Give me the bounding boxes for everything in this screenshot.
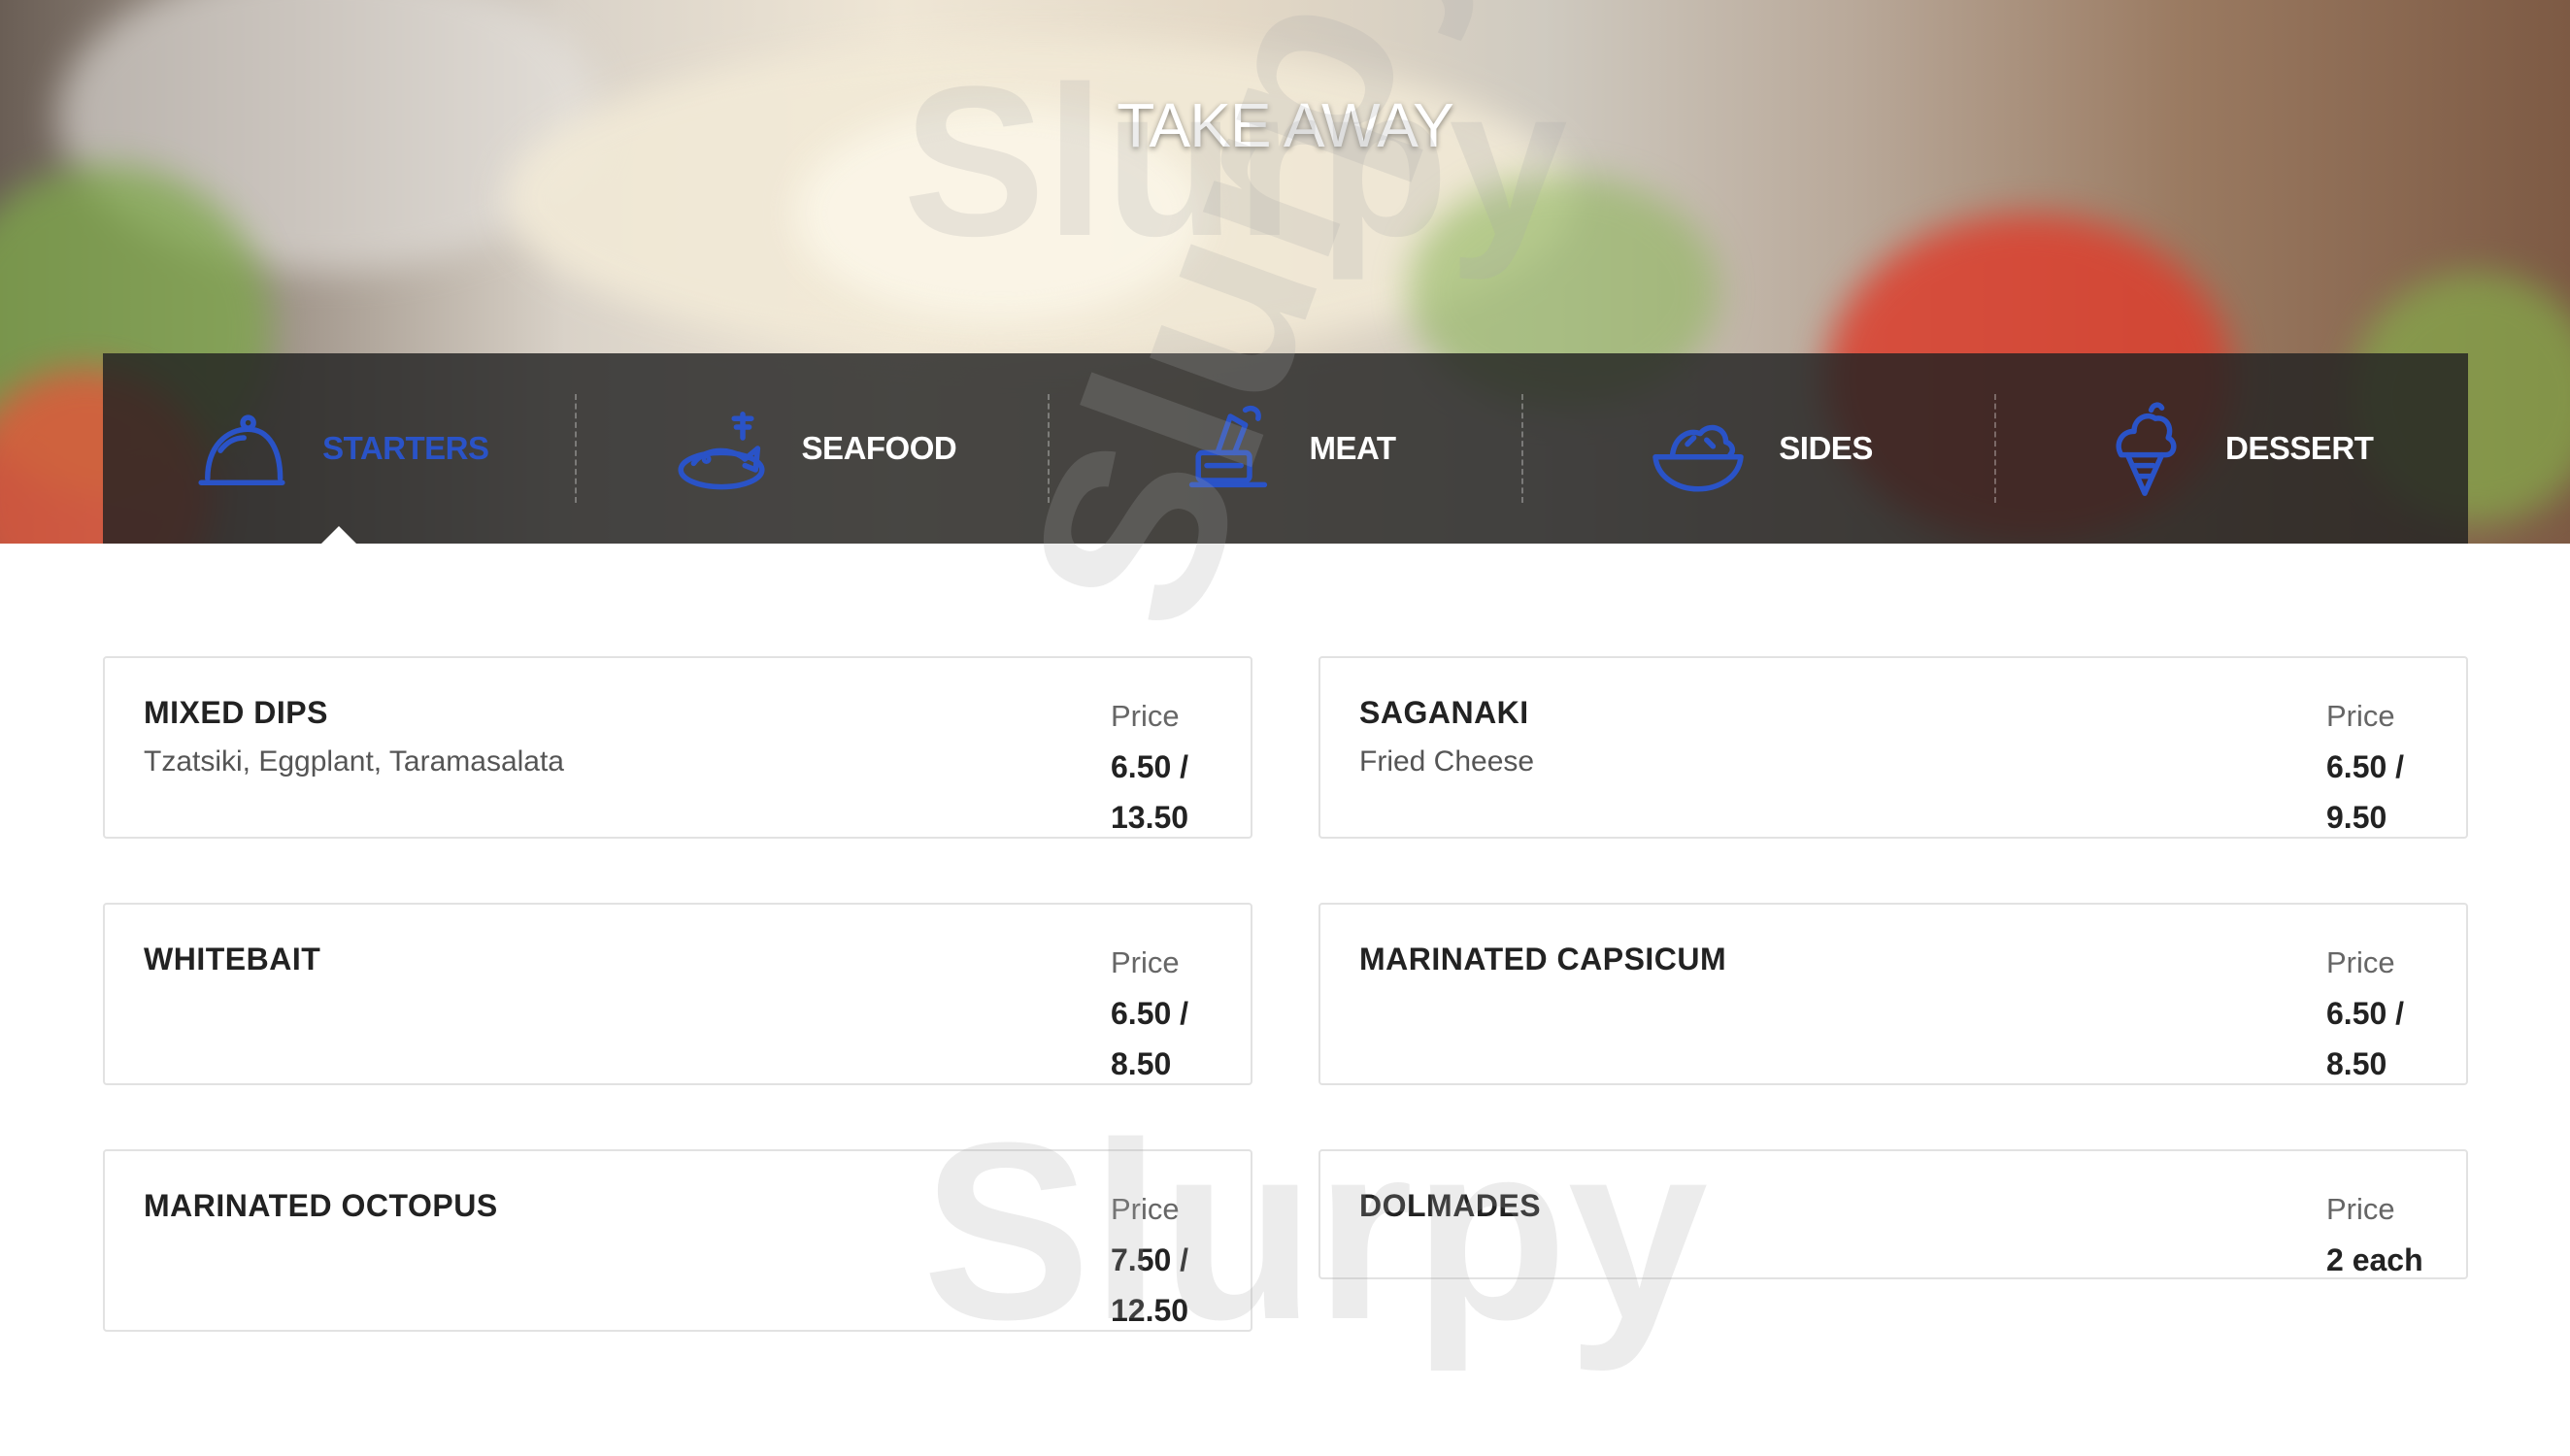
tab-label-dessert: DESSERT	[2224, 430, 2374, 466]
tab-dessert[interactable]: DESSERT	[1996, 353, 2468, 544]
price-label: Price	[1111, 945, 1180, 979]
price-value: 8.50	[2326, 1046, 2387, 1081]
menu-item-card: WHITEBAIT Price 6.50 / 8.50	[103, 903, 1252, 1085]
tab-starters[interactable]: STARTERS	[103, 353, 575, 544]
menu-item-card: DOLMADES Price 2 each	[1318, 1149, 2468, 1279]
page-title: TAKE AWAY	[1117, 90, 1454, 160]
price-block: Price 6.50 / 8.50	[1111, 938, 1247, 1089]
tab-label-meat: MEAT	[1309, 430, 1396, 466]
price-value: 9.50	[2326, 800, 2387, 835]
item-name: MARINATED OCTOPUS	[144, 1188, 498, 1223]
price-block: Price 6.50 / 8.50	[2326, 938, 2462, 1089]
item-name: WHITEBAIT	[144, 942, 321, 976]
price-value: 7.50 /	[1111, 1242, 1189, 1277]
item-name: SAGANAKI	[1359, 695, 1529, 730]
hero-banner: TAKE AWAY STARTERS SEAFOOD MEAT SIDES DE…	[0, 0, 2570, 544]
menu-item-card: MARINATED CAPSICUM Price 6.50 / 8.50	[1318, 903, 2468, 1085]
item-name: MIXED DIPS	[144, 695, 328, 730]
fish-plate-icon	[677, 412, 765, 490]
price-value: 13.50	[1111, 800, 1189, 835]
tab-label-sides: SIDES	[1779, 430, 1873, 466]
price-block: Price 7.50 / 12.50	[1111, 1184, 1247, 1336]
item-description: Tzatsiki, Eggplant, Taramasalata	[144, 745, 564, 778]
price-value: 6.50 /	[2326, 996, 2405, 1031]
price-label: Price	[2326, 945, 2395, 979]
price-label: Price	[2326, 699, 2395, 733]
category-tabs: STARTERS SEAFOOD MEAT SIDES DESSERT	[103, 353, 2468, 544]
price-block: Price 2 each	[2326, 1184, 2462, 1285]
price-block: Price 6.50 / 13.50	[1111, 691, 1247, 843]
active-tab-indicator	[320, 526, 356, 544]
tab-meat[interactable]: MEAT	[1050, 353, 1521, 544]
price-label: Price	[1111, 699, 1180, 733]
item-name: MARINATED CAPSICUM	[1359, 942, 1727, 976]
price-value: 6.50 /	[1111, 749, 1189, 784]
chef-grill-icon	[1189, 405, 1268, 488]
price-value: 6.50 /	[1111, 996, 1189, 1031]
salad-bowl-icon	[1652, 424, 1745, 492]
price-value: 12.50	[1111, 1293, 1189, 1328]
price-label: Price	[2326, 1192, 2395, 1226]
price-value: 2 each	[2326, 1242, 2423, 1277]
menu-item-card: MIXED DIPS Tzatsiki, Eggplant, Taramasal…	[103, 656, 1252, 839]
item-description: Fried Cheese	[1359, 745, 1535, 778]
tab-seafood[interactable]: SEAFOOD	[577, 353, 1049, 544]
price-value: 6.50 /	[2326, 749, 2405, 784]
tab-sides[interactable]: SIDES	[1523, 353, 1995, 544]
item-name: DOLMADES	[1359, 1188, 1542, 1223]
menu-list: MIXED DIPS Tzatsiki, Eggplant, Taramasal…	[103, 656, 2468, 1332]
menu-item-card: MARINATED OCTOPUS Price 7.50 / 12.50	[103, 1149, 1252, 1332]
ice-cream-icon	[2116, 402, 2177, 496]
tab-label-seafood: SEAFOOD	[801, 430, 957, 466]
price-block: Price 6.50 / 9.50	[2326, 691, 2462, 843]
tab-label-starters: STARTERS	[322, 430, 489, 466]
price-value: 8.50	[1111, 1046, 1172, 1081]
menu-item-card: SAGANAKI Fried Cheese Price 6.50 / 9.50	[1318, 656, 2468, 839]
price-label: Price	[1111, 1192, 1180, 1226]
cloche-icon	[198, 414, 285, 485]
